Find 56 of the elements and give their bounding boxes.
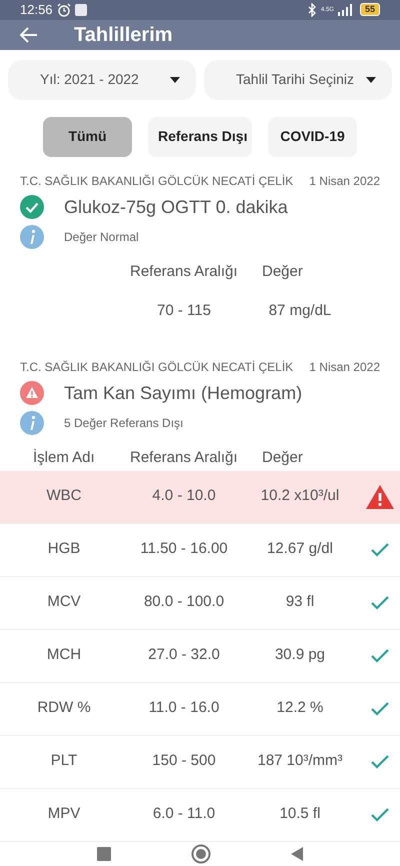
info-icon [20, 224, 44, 249]
dropdown-caret-icon [366, 76, 376, 83]
test-date: 1 Nisan 2022 [309, 172, 380, 190]
table-cell-text: 12.67 g/dl [267, 539, 333, 560]
table-cell-text: 27.0 - 32.0 [148, 645, 220, 666]
table-cell-text: 6.0 - 11.0 [152, 804, 216, 824]
table-cell-text: 150 - 500 [152, 751, 216, 772]
table-cell-text: 30.9 pg [274, 645, 326, 666]
test-name: Tam Kan Sayımı (Hemogram) [64, 382, 302, 405]
filter-tab[interactable]: Referans Dışı [148, 116, 252, 157]
column-header: Referans Aralığı [130, 449, 238, 466]
institution-name: T.C. SAĞLIK BAKANLIĞI GÖLCÜK NECATİ ÇELİK [20, 172, 294, 190]
institution-name: T.C. SAĞLIK BAKANLIĞI GÖLCÜK NECATİ ÇELİK [20, 358, 294, 376]
table-cell-text: 10.5 fl [280, 804, 320, 824]
status-time: 12:56 [20, 1, 53, 19]
dropdown[interactable]: Yıl: 2021 - 2022 [8, 60, 196, 100]
table-cell-text: MCV [47, 592, 81, 612]
column-header: Değer [262, 449, 303, 466]
back-arrow-icon[interactable] [20, 26, 38, 43]
result-summary: 5 Değer Referans Dışı [64, 414, 184, 432]
table-cell-text: 70 - 115 [157, 300, 211, 321]
filter-tab[interactable]: Tümü [43, 116, 132, 157]
filter-tab[interactable]: COVID-19 [268, 116, 357, 157]
alarm-icon [56, 2, 71, 17]
table-cell-text: WBC [46, 486, 82, 506]
table-cell-text: PLT [50, 751, 78, 772]
table-cell-text: HGB [48, 539, 80, 560]
result-summary: Değer Normal [64, 228, 139, 246]
table-cell-text: MPV [48, 804, 80, 824]
test-name: Glukoz-75g OGTT 0. dakika [64, 196, 288, 219]
table-cell-text: 11.0 - 16.0 [148, 698, 220, 718]
signal-icon [338, 4, 352, 16]
battery-indicator: 55 [360, 3, 380, 16]
table-cell-text: 93 fl [286, 592, 314, 612]
column-header: İşlem Adı [33, 449, 95, 466]
table-cell-text: 10.2 x10³/ul [260, 486, 340, 506]
page-title: Tahlillerim [74, 22, 173, 48]
table-cell-text: RDW % [37, 698, 91, 718]
home-circle-icon[interactable] [191, 844, 211, 864]
column-header: Değer [262, 263, 303, 280]
info-icon [20, 410, 44, 435]
notification-icon [74, 4, 87, 16]
table-cell-text: 4.0 - 10.0 [152, 486, 216, 506]
table-cell-text: MCH [46, 645, 82, 666]
column-header: Referans Aralığı [130, 263, 238, 280]
table-cell-text: 12.2 % [276, 698, 324, 718]
table-cell-text: 80.0 - 100.0 [144, 592, 224, 612]
test-date: 1 Nisan 2022 [309, 358, 380, 376]
table-cell-text: 187 10³/mm³ [257, 751, 343, 772]
bluetooth-icon [306, 2, 317, 17]
table-cell-text: 11.50 - 16.00 [140, 539, 228, 560]
back-triangle-icon[interactable] [291, 846, 303, 861]
dropdown[interactable]: Tahlil Tarihi Seçiniz [204, 60, 392, 100]
table-cell-text: 87 mg/dL [268, 300, 332, 321]
stop-square-icon[interactable] [97, 846, 111, 861]
dropdown-caret-icon [170, 76, 180, 83]
